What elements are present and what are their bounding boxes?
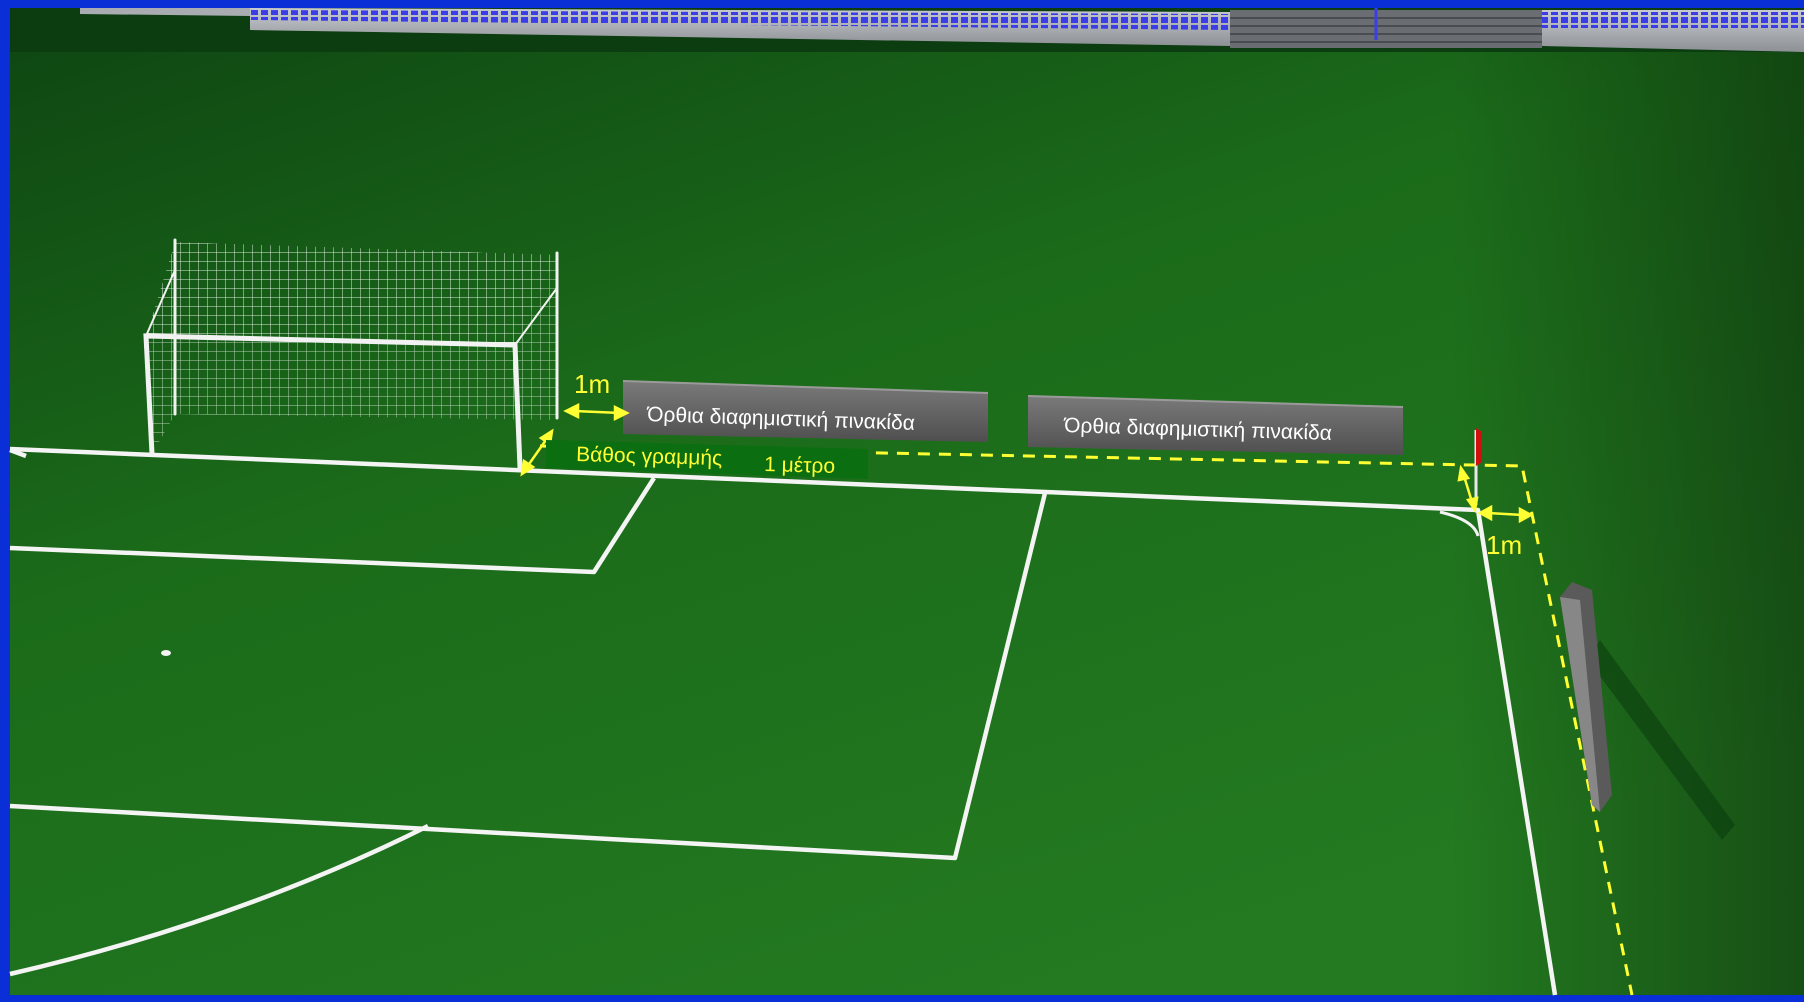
pitch-diagram: 1m Όρθια διαφημιστική πινακίδα Όρθια δια… xyxy=(0,0,1804,997)
corner-gap-label: 1m xyxy=(1486,530,1522,560)
penalty-spot xyxy=(161,650,171,656)
pitch-illustration: 1m Όρθια διαφημιστική πινακίδα Όρθια δια… xyxy=(0,0,1804,997)
stadium-stands xyxy=(10,8,1804,52)
line-depth-value: 1 μέτρο xyxy=(764,453,836,478)
line-depth-label: Βάθος γραμμής xyxy=(576,443,723,470)
goal-gap-label: 1m xyxy=(574,369,610,399)
